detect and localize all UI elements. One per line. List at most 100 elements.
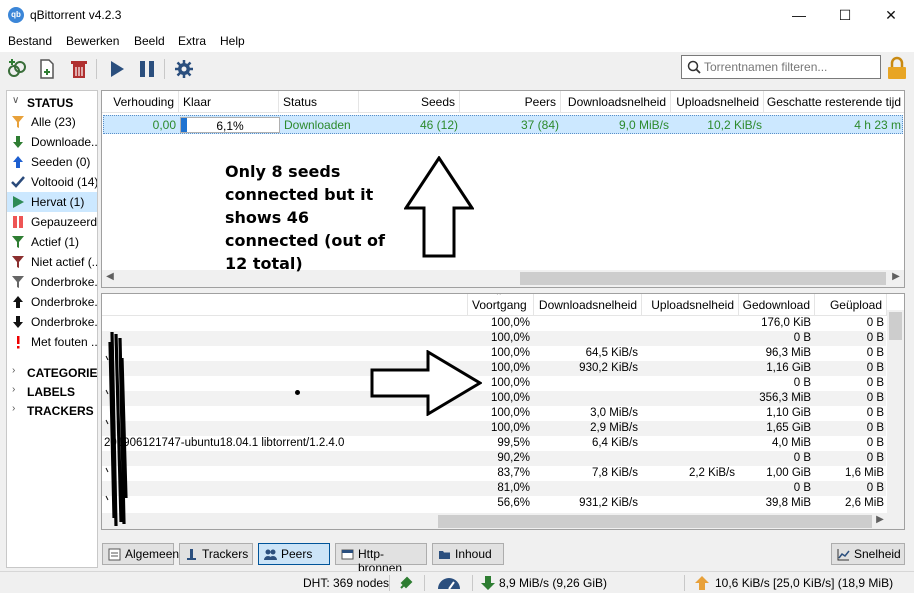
scrollbar-thumb[interactable] bbox=[438, 515, 872, 528]
peer-row[interactable]: 81,0% 0 B 0 B bbox=[102, 481, 886, 496]
add-file-icon bbox=[40, 59, 54, 79]
tab-trackers[interactable]: Trackers bbox=[179, 543, 253, 565]
window-title: qBittorrent v4.2.3 bbox=[30, 8, 122, 22]
sidebar-item-label: Niet actief (... bbox=[31, 255, 98, 269]
upload-arrow-icon bbox=[13, 296, 23, 308]
options-button[interactable] bbox=[173, 58, 195, 80]
torrent-row[interactable]: 0,00 6,1% Downloaden 46 (12) 37 (84) 9,0… bbox=[103, 115, 903, 134]
tab-algemeen[interactable]: Algemeen bbox=[102, 543, 179, 565]
speed-limit-icon[interactable] bbox=[436, 575, 462, 591]
tab-label: Algemeen bbox=[125, 547, 180, 561]
tab-peers[interactable]: Peers bbox=[258, 543, 330, 565]
peers-horizontal-scrollbar[interactable]: ▶ bbox=[102, 513, 904, 529]
sidebar-item-met-fouten[interactable]: Met fouten ... bbox=[7, 332, 98, 352]
connection-status-icon[interactable] bbox=[398, 575, 414, 591]
column-header-peers[interactable]: Peers bbox=[460, 91, 561, 113]
annotation-text: Only 8 seeds connected but it shows 46 c… bbox=[225, 162, 385, 273]
column-header-seeds[interactable]: Seeds bbox=[359, 91, 460, 113]
peers-vertical-scrollbar[interactable] bbox=[887, 310, 904, 513]
pause-button[interactable] bbox=[136, 58, 158, 80]
column-header-uploadsnelheid[interactable]: Uploadsnelheid bbox=[642, 294, 739, 316]
sidebar-item-alle[interactable]: Alle (23) bbox=[7, 112, 97, 132]
peer-row[interactable]: 90,2% 0 B 0 B bbox=[102, 451, 886, 466]
scroll-left-icon[interactable]: ◀ bbox=[102, 271, 118, 282]
close-button[interactable]: ✕ bbox=[868, 0, 914, 30]
sidebar-item-gepauzeerd[interactable]: Gepauzeerd... bbox=[7, 212, 98, 232]
search-input[interactable] bbox=[704, 59, 874, 75]
sidebar-item-label: Downloade... bbox=[31, 135, 98, 149]
peer-row[interactable]: 201906121747-ubuntu18.04.1 libtorrent/1.… bbox=[102, 436, 886, 451]
peer-row[interactable]: 100,0% 176,0 KiB 0 B bbox=[102, 316, 886, 331]
labels-section-header[interactable]: › LABELS bbox=[7, 382, 97, 402]
peer-downloaded-cell: 39,8 MiB bbox=[765, 497, 811, 509]
column-header-gedownload[interactable]: Gedownload bbox=[739, 294, 815, 316]
menu-beeld[interactable]: Beeld bbox=[134, 34, 165, 48]
scrollbar-thumb[interactable] bbox=[889, 312, 902, 340]
peer-row[interactable]: 100,0% 0 B0 B bbox=[102, 376, 886, 391]
add-torrent-link-button[interactable] bbox=[6, 58, 28, 80]
tab-inhoud[interactable]: Inhoud bbox=[432, 543, 504, 565]
peer-uploaded-cell: 0 B bbox=[866, 332, 884, 344]
resume-button[interactable] bbox=[106, 58, 128, 80]
sidebar-item-onderbroken-3[interactable]: Onderbroke... bbox=[7, 312, 97, 332]
sidebar-item-actief[interactable]: Actief (1) bbox=[7, 232, 97, 252]
dht-status: DHT: 369 nodes bbox=[303, 576, 390, 590]
column-header-klaar[interactable]: Klaar bbox=[179, 91, 279, 113]
status-section-header[interactable]: ∨ STATUS bbox=[7, 93, 97, 113]
column-header-uploadsnelheid[interactable]: Uploadsnelheid bbox=[671, 91, 764, 113]
scroll-right-icon[interactable]: ▶ bbox=[872, 514, 888, 525]
menu-help[interactable]: Help bbox=[220, 34, 245, 48]
lock-button[interactable] bbox=[885, 56, 909, 80]
sidebar-item-seeden[interactable]: Seeden (0) bbox=[7, 152, 97, 172]
menu-bestand[interactable]: Bestand bbox=[8, 34, 52, 48]
upload-arrow-icon bbox=[13, 156, 23, 168]
play-icon bbox=[13, 196, 24, 208]
sidebar-item-onderbroken-1[interactable]: Onderbroke... bbox=[7, 272, 97, 292]
column-header-status[interactable]: Status bbox=[279, 91, 359, 113]
sidebar-item-label: Gepauzeerd... bbox=[31, 215, 98, 229]
peer-row[interactable]: 100,0% 3,0 MiB/s 1,10 GiB 0 B bbox=[102, 406, 886, 421]
peer-down-cell: 2,9 MiB/s bbox=[590, 422, 638, 434]
scroll-right-icon[interactable]: ▶ bbox=[888, 271, 904, 282]
qbittorrent-logo-icon: qb bbox=[8, 7, 24, 23]
categories-section-header[interactable]: › CATEGORIEËN bbox=[7, 363, 97, 383]
column-header-geupload[interactable]: Geüpload bbox=[815, 294, 887, 316]
peer-row[interactable]: 56,6% 931,2 KiB/s 39,8 MiB 2,6 MiB bbox=[102, 496, 886, 511]
search-box[interactable] bbox=[681, 55, 881, 79]
tab-http-bronnen[interactable]: Http-bronnen bbox=[335, 543, 427, 575]
delete-torrent-button[interactable] bbox=[68, 58, 90, 80]
speed-button[interactable]: Snelheid bbox=[831, 543, 905, 565]
sidebar-item-onderbroken-2[interactable]: Onderbroke... bbox=[7, 292, 97, 312]
sidebar-item-label: Met fouten ... bbox=[31, 335, 98, 349]
minimize-button[interactable]: — bbox=[776, 0, 822, 30]
add-torrent-file-button[interactable] bbox=[36, 58, 58, 80]
menu-bewerken[interactable]: Bewerken bbox=[66, 34, 119, 48]
column-header-resterende-tijd[interactable]: Geschatte resterende tijd bbox=[764, 91, 904, 113]
menu-bar: Bestand Bewerken Beeld Extra Help bbox=[0, 30, 914, 52]
peer-row[interactable]: 100,0% 356,3 MiB 0 B bbox=[102, 391, 886, 406]
peer-row[interactable]: 83,7% 7,8 KiB/s 2,2 KiB/s 1,00 GiB 1,6 MiB bbox=[102, 466, 886, 481]
peer-row[interactable]: 100,0% 2,9 MiB/s 1,65 GiB 0 B bbox=[102, 421, 886, 436]
sidebar-item-voltooid[interactable]: Voltooid (14) bbox=[7, 172, 97, 192]
scrollbar-thumb[interactable] bbox=[520, 272, 886, 285]
column-header-verhouding[interactable]: Verhouding bbox=[102, 91, 179, 113]
column-header-client[interactable] bbox=[102, 294, 468, 316]
sidebar-item-niet-actief[interactable]: Niet actief (... bbox=[7, 252, 98, 272]
maximize-button[interactable]: ☐ bbox=[822, 0, 868, 30]
peer-row[interactable]: 100,0% 930,2 KiB/s 1,16 GiB 0 B bbox=[102, 361, 886, 376]
up-arrow-annotation-icon bbox=[404, 156, 474, 258]
sidebar-item-downloaden[interactable]: Downloade... bbox=[7, 132, 98, 152]
column-header-downloadsnelheid[interactable]: Downloadsnelheid bbox=[561, 91, 671, 113]
peer-row[interactable]: 100,0% 64,5 KiB/s 96,3 MiB 0 B bbox=[102, 346, 886, 361]
peer-progress-cell: 90,2% bbox=[497, 452, 530, 464]
folder-icon bbox=[439, 551, 450, 559]
menu-extra[interactable]: Extra bbox=[178, 34, 206, 48]
peer-uploaded-cell: 0 B bbox=[866, 392, 884, 404]
trackers-section-header[interactable]: › TRACKERS bbox=[7, 401, 97, 421]
sidebar-item-hervat[interactable]: Hervat (1) bbox=[7, 192, 97, 212]
peer-uploaded-cell: 0 B bbox=[866, 377, 884, 389]
torrent-list-horizontal-scrollbar[interactable]: ◀ ▶ bbox=[102, 270, 904, 287]
peer-progress-cell: 100,0% bbox=[490, 332, 530, 344]
column-header-downloadsnelheid[interactable]: Downloadsnelheid bbox=[534, 294, 642, 316]
peer-row[interactable]: 100,0% 0 B0 B bbox=[102, 331, 886, 346]
